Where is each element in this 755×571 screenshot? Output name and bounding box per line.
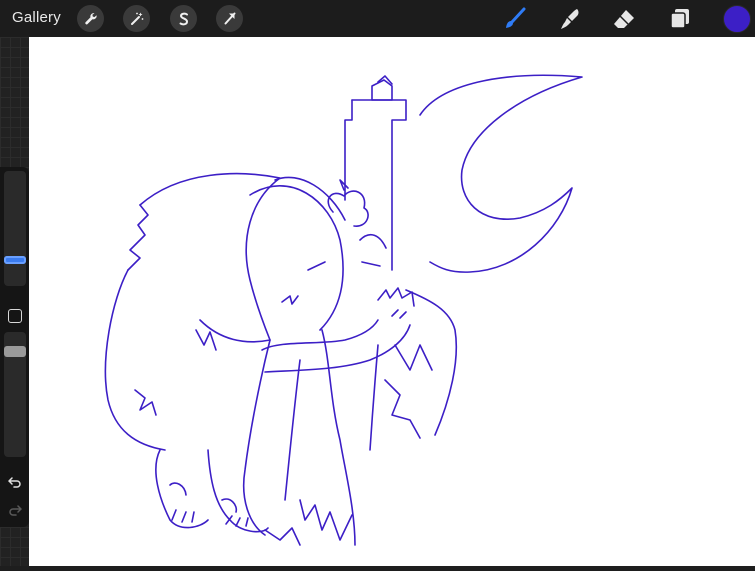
top-toolbar: Gallery: [0, 0, 755, 37]
brush-size-thumb[interactable]: [4, 256, 26, 264]
brush-icon[interactable]: [501, 5, 529, 33]
smudge-icon[interactable]: [556, 5, 584, 33]
line-art-drawing: [104, 74, 583, 546]
transform-arrow-icon[interactable]: [216, 5, 243, 32]
brush-size-slider[interactable]: [4, 171, 26, 286]
magic-wand-icon[interactable]: [123, 5, 150, 32]
undo-icon[interactable]: [7, 475, 23, 489]
eraser-icon[interactable]: [610, 5, 638, 33]
selection-s-icon[interactable]: [170, 5, 197, 32]
gallery-button[interactable]: Gallery: [12, 9, 61, 26]
opacity-thumb[interactable]: [4, 346, 26, 357]
drawing-canvas[interactable]: [29, 37, 755, 566]
square-icon[interactable]: [8, 309, 22, 323]
redo-icon[interactable]: [7, 503, 23, 517]
color-picker-button[interactable]: [723, 5, 751, 33]
wrench-icon[interactable]: [77, 5, 104, 32]
layers-icon[interactable]: [666, 5, 694, 33]
